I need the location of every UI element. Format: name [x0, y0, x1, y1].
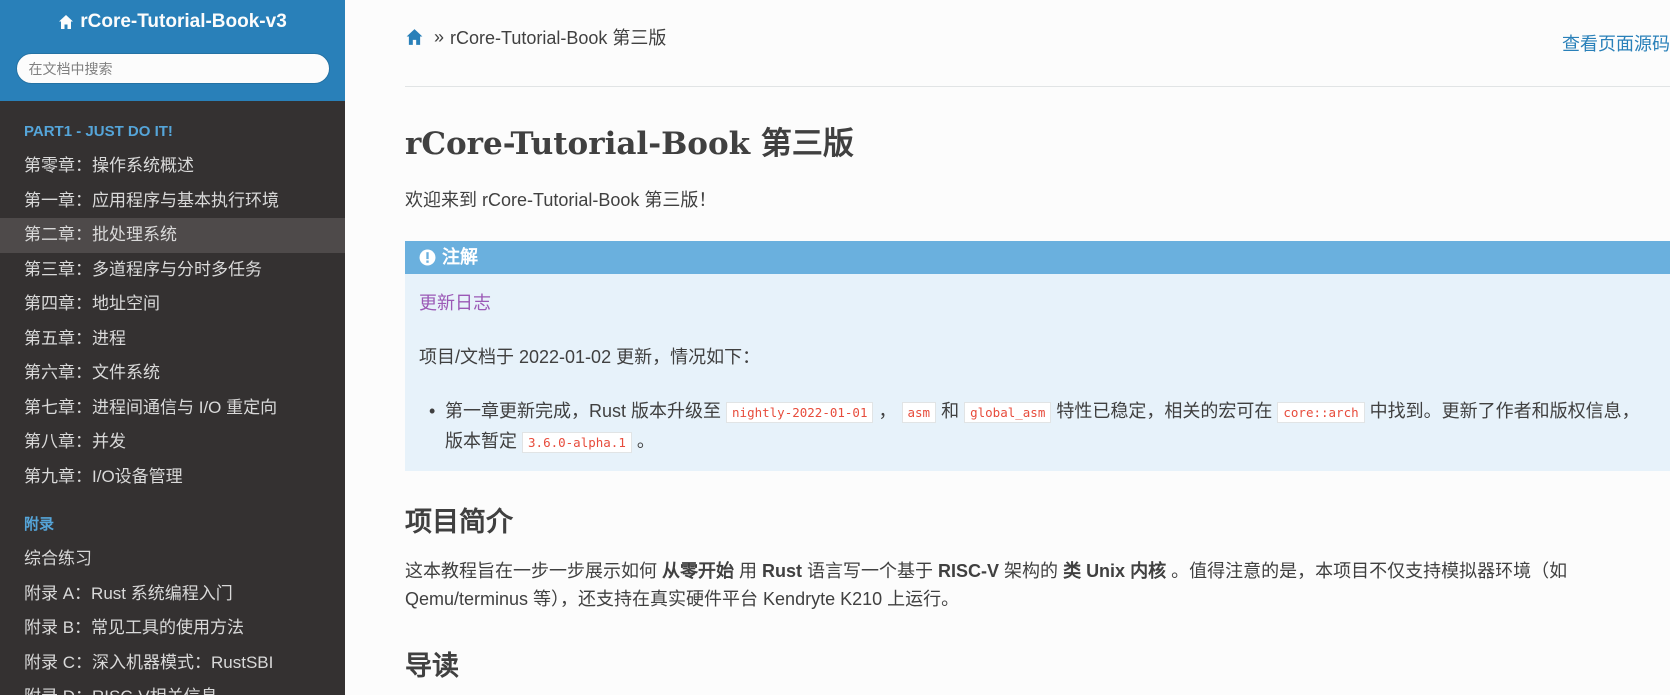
li-text-2: ，	[873, 401, 902, 421]
search-input[interactable]	[15, 53, 330, 84]
sidebar-item-chapter9[interactable]: 第九章：I/O设备管理	[0, 460, 345, 495]
sidebar-item-chapter4[interactable]: 第四章：地址空间	[0, 287, 345, 322]
list-item: • 第一章更新完成，Rust 版本升级至 nightly-2022-01-01 …	[429, 397, 1650, 457]
brand-link[interactable]: rCore-Tutorial-Book-v3	[58, 10, 287, 34]
sidebar-item-chapter7[interactable]: 第七章：进程间通信与 I/O 重定向	[0, 391, 345, 426]
note-paragraph: 项目/文档于 2022-01-02 更新，情况如下：	[419, 347, 761, 367]
intro-text-2: 用	[734, 561, 763, 581]
list-bullet: •	[429, 401, 436, 421]
sidebar-item-chapter0[interactable]: 第零章：操作系统概述	[0, 149, 345, 184]
brand-title: rCore-Tutorial-Book-v3	[80, 11, 287, 32]
sidebar-header: rCore-Tutorial-Book-v3	[0, 0, 345, 101]
intro-text-1: 这本教程旨在一步一步展示如何	[405, 561, 662, 581]
sidebar-item-chapter6[interactable]: 第六章：文件系统	[0, 356, 345, 391]
view-source-link[interactable]: 查看页面源码	[1562, 30, 1670, 56]
sidebar-item-appendix-b[interactable]: 附录 B：常见工具的使用方法	[0, 611, 345, 646]
intro-text-4: 架构的	[999, 561, 1064, 581]
main-content: » rCore-Tutorial-Book 第三版 查看页面源码 rCore-T…	[345, 0, 1670, 695]
code-core-arch: core::arch	[1277, 402, 1365, 423]
divider	[405, 86, 1670, 87]
sidebar-item-appendix-a[interactable]: 附录 A：Rust 系统编程入门	[0, 577, 345, 612]
intro-bold-1: 从零开始	[662, 561, 734, 581]
sidebar-item-appendix-c[interactable]: 附录 C：深入机器模式：RustSBI	[0, 646, 345, 681]
sidebar-item-chapter2[interactable]: 第二章：批处理系统	[0, 218, 345, 253]
section-title-guide: 导读	[405, 651, 459, 682]
intro-paragraph: 这本教程旨在一步一步展示如何 从零开始 用 Rust 语言写一个基于 RISC-…	[405, 557, 1610, 613]
note-title: 注解	[442, 247, 478, 267]
intro-bold-4: 类 Unix 内核	[1063, 561, 1167, 581]
intro-bold-2: Rust	[762, 561, 803, 581]
li-text-4: 特性已稳定，相关的宏可在	[1051, 401, 1278, 421]
li-text-1: 第一章更新完成，Rust 版本升级至	[445, 401, 727, 421]
nav-appendix: 综合练习 附录 A：Rust 系统编程入门 附录 B：常见工具的使用方法 附录 …	[0, 542, 345, 695]
sidebar-item-chapter8[interactable]: 第八章：并发	[0, 425, 345, 460]
home-icon	[59, 15, 74, 29]
breadcrumb: » rCore-Tutorial-Book 第三版	[405, 24, 666, 50]
breadcrumb-separator: »	[434, 26, 445, 47]
intro-text-3: 语言写一个基于	[802, 561, 939, 581]
note-admonition: 注解 更新日志 项目/文档于 2022-01-02 更新，情况如下： • 第一章…	[405, 241, 1670, 471]
exclamation-circle-icon	[419, 249, 436, 266]
caption-appendix: 附录	[24, 516, 55, 533]
intro-bold-3: RISC-V	[938, 561, 1000, 581]
sidebar-item-exercises[interactable]: 综合练习	[0, 542, 345, 577]
breadcrumb-current: rCore-Tutorial-Book 第三版	[450, 28, 667, 48]
welcome-text: 欢迎来到 rCore-Tutorial-Book 第三版！	[405, 190, 717, 210]
code-version: 3.6.0-alpha.1	[522, 432, 632, 453]
sidebar: rCore-Tutorial-Book-v3 PART1 - JUST DO I…	[0, 0, 345, 695]
section-title-intro: 项目简介	[405, 507, 513, 538]
changelog-link[interactable]: 更新日志	[419, 289, 491, 315]
li-text-6: 。	[631, 431, 655, 451]
sidebar-item-chapter5[interactable]: 第五章：进程	[0, 322, 345, 357]
page-title: rCore-Tutorial-Book 第三版	[405, 126, 854, 162]
code-asm: asm	[901, 402, 937, 423]
caption-part1: PART1 - JUST DO IT!	[24, 123, 173, 140]
home-icon[interactable]	[405, 28, 424, 46]
code-nightly: nightly-2022-01-01	[726, 402, 874, 423]
sidebar-item-appendix-d[interactable]: 附录 D：RISC-V相关信息	[0, 680, 345, 695]
sidebar-item-chapter1[interactable]: 第一章：应用程序与基本执行环境	[0, 184, 345, 219]
nav-part1: 第零章：操作系统概述 第一章：应用程序与基本执行环境 第二章：批处理系统 第三章…	[0, 149, 345, 494]
li-text-3: 和	[936, 401, 965, 421]
code-global-asm: global_asm	[964, 402, 1052, 423]
sidebar-item-chapter3[interactable]: 第三章：多道程序与分时多任务	[0, 253, 345, 288]
note-header: 注解	[405, 241, 1670, 274]
